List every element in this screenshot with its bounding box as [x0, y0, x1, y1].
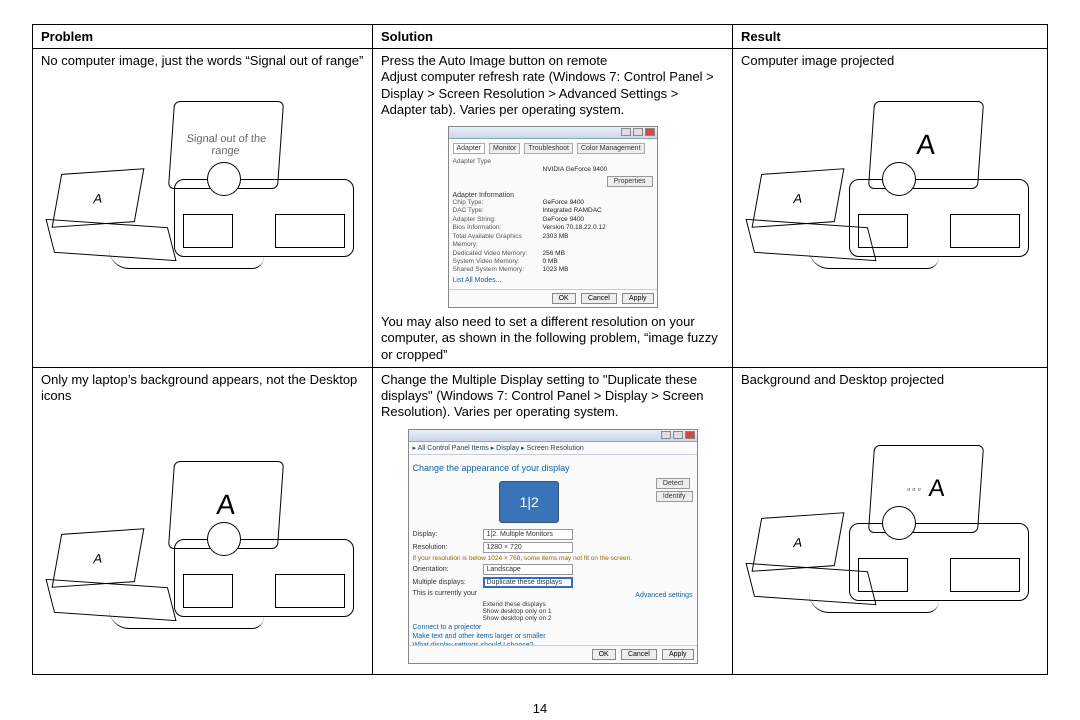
projector-illustration: ▫▫▫ A A: [751, 445, 1029, 615]
projector-icon: [174, 179, 354, 257]
problem-text: No computer image, just the words “Signa…: [41, 53, 364, 69]
detect-button: Detect: [656, 478, 690, 489]
dialog-tabs: Adapter Monitor Troubleshoot Color Manag…: [453, 143, 653, 154]
problem-text: Only my laptop’s background appears, not…: [41, 372, 364, 405]
table-header-row: Problem Solution Result: [33, 25, 1048, 49]
laptop-icon: A: [51, 171, 181, 261]
header-result: Result: [733, 25, 1048, 49]
close-icon: [685, 431, 695, 439]
cable-icon: [109, 249, 264, 269]
projector-icon: [849, 523, 1029, 601]
result-text: Computer image projected: [741, 53, 1039, 69]
monitor-preview-icon: 1|2: [499, 481, 559, 523]
solution-text-top: Press the Auto Image button on remote Ad…: [381, 53, 724, 118]
laptop-screen-letter: A: [752, 168, 845, 228]
projector-icon: [174, 539, 354, 617]
close-icon: [645, 128, 655, 136]
laptop-icon: A: [51, 531, 181, 621]
cable-icon: [809, 249, 939, 269]
laptop-screen-letter: A: [752, 512, 845, 572]
ok-button: OK: [592, 649, 616, 660]
projector-illustration: A A: [51, 461, 354, 631]
apply-button: Apply: [662, 649, 694, 660]
header-problem: Problem: [33, 25, 373, 49]
result-text: Background and Desktop projected: [741, 372, 1039, 388]
identify-button: Identify: [656, 491, 693, 502]
table-row: Only my laptop’s background appears, not…: [33, 367, 1048, 674]
cable-icon: [809, 593, 939, 613]
page-number: 14: [0, 701, 1080, 716]
dialog-titlebar: [449, 127, 657, 139]
projector-icon: [849, 179, 1029, 257]
cancel-button: Cancel: [621, 649, 657, 660]
dialog-heading: Change the appearance of your display: [413, 463, 693, 473]
cable-icon: [109, 609, 264, 629]
dialog-titlebar: [409, 430, 697, 442]
screen-resolution-dialog: ▸ All Control Panel Items ▸ Display ▸ Sc…: [408, 429, 698, 664]
projector-illustration: A A: [751, 101, 1029, 271]
laptop-screen-letter: A: [52, 528, 145, 588]
troubleshooting-table: Problem Solution Result No computer imag…: [32, 24, 1048, 675]
solution-text-bottom: You may also need to set a different res…: [381, 314, 724, 363]
projector-illustration: Signal out of the range A: [51, 101, 354, 271]
laptop-screen-letter: A: [52, 168, 145, 228]
multiple-displays-dropdown-options: Extend these displays Show desktop only …: [483, 601, 603, 622]
desktop-icons-glyph: ▫▫▫: [907, 484, 923, 494]
multiple-displays-select: Duplicate these displays: [483, 577, 573, 588]
header-solution: Solution: [373, 25, 733, 49]
cancel-button: Cancel: [581, 293, 617, 304]
adapter-properties-dialog: Adapter Monitor Troubleshoot Color Manag…: [448, 126, 658, 308]
breadcrumb: ▸ All Control Panel Items ▸ Display ▸ Sc…: [409, 442, 697, 455]
table-row: No computer image, just the words “Signa…: [33, 49, 1048, 368]
ok-button: OK: [552, 293, 576, 304]
solution-text-top: Change the Multiple Display setting to "…: [381, 372, 724, 421]
properties-button: Properties: [607, 176, 653, 187]
apply-button: Apply: [622, 293, 654, 304]
